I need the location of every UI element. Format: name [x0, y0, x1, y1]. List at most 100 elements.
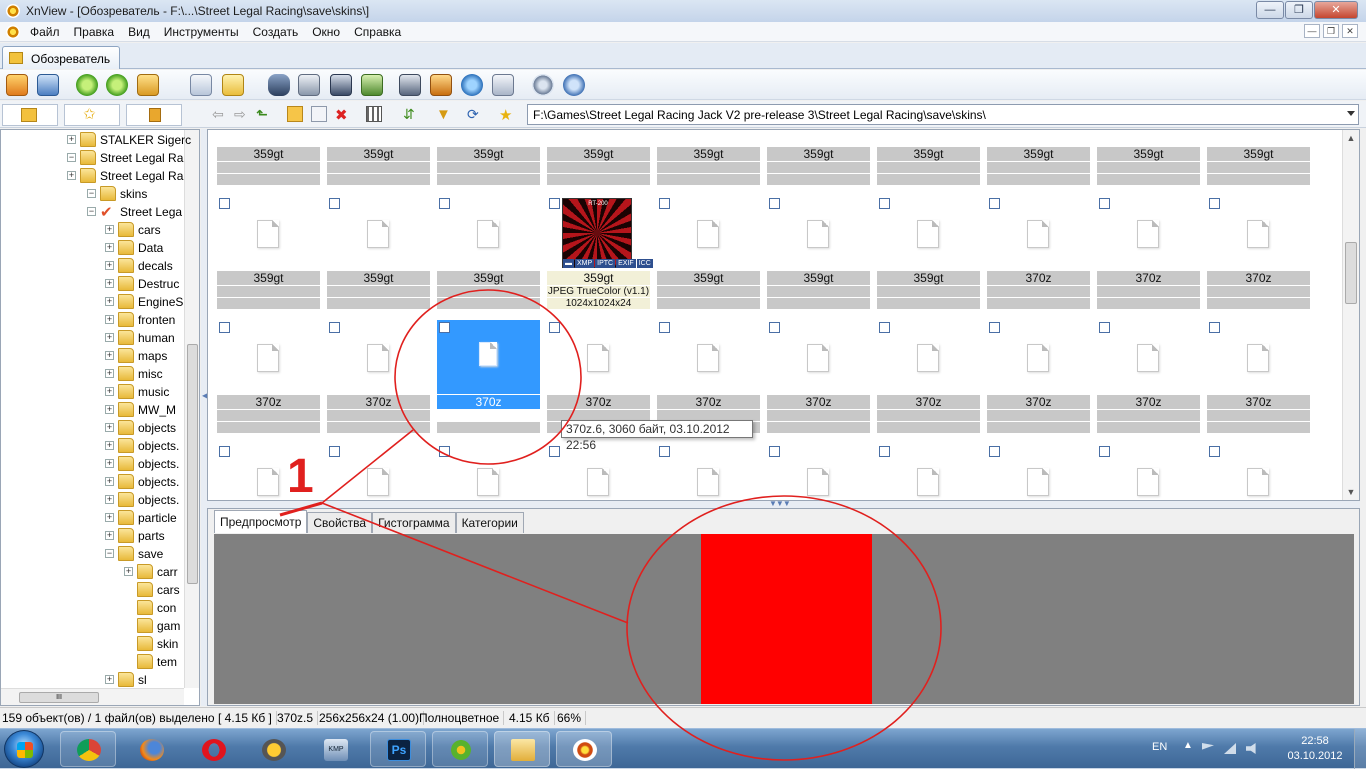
- contact-sheet-icon[interactable]: [492, 74, 514, 96]
- show-desktop-button[interactable]: [1354, 729, 1366, 769]
- thumbnail-image-area[interactable]: [437, 446, 540, 500]
- thumbnail-image-area[interactable]: [877, 198, 980, 272]
- tree-scroll-thumb[interactable]: [187, 344, 198, 584]
- thumbnail-image-area[interactable]: [657, 322, 760, 396]
- menu-create[interactable]: Создать: [253, 25, 299, 39]
- menu-file[interactable]: Файл: [30, 25, 60, 39]
- thumbnail-checkbox[interactable]: [1209, 322, 1220, 333]
- tree-horizontal-scrollbar[interactable]: III: [1, 688, 184, 705]
- thumbnail-checkbox[interactable]: [549, 446, 560, 457]
- browser-scroll-thumb[interactable]: [1345, 242, 1357, 304]
- scroll-up-icon[interactable]: ▲: [1343, 130, 1359, 146]
- expand-toggle-icon[interactable]: −: [87, 189, 96, 198]
- expand-toggle-icon[interactable]: +: [105, 477, 114, 486]
- tab-preview[interactable]: Предпросмотр: [214, 510, 308, 533]
- thumbnail-checkbox[interactable]: [1209, 198, 1220, 209]
- convert-icon[interactable]: [361, 74, 383, 96]
- thumbnail-checkbox[interactable]: [329, 322, 340, 333]
- collapse-down-arrow-icon[interactable]: ▼▼▼: [769, 499, 791, 508]
- taskbar-explorer[interactable]: [494, 731, 550, 767]
- volume-icon[interactable]: [1246, 743, 1256, 754]
- taskbar-photoshop[interactable]: Ps: [370, 731, 426, 767]
- thumbnail-checkbox[interactable]: [439, 446, 450, 457]
- taskbar-opera[interactable]: [185, 731, 241, 767]
- mdi-restore-button[interactable]: ❐: [1323, 24, 1339, 38]
- expand-toggle-icon[interactable]: +: [105, 459, 114, 468]
- thumbnail-checkbox[interactable]: [219, 446, 230, 457]
- action-center-flag-icon[interactable]: [1202, 743, 1214, 750]
- mdi-close-button[interactable]: ✕: [1342, 24, 1358, 38]
- tree-hscroll-thumb[interactable]: III: [19, 692, 99, 703]
- expand-toggle-icon[interactable]: +: [124, 567, 133, 576]
- back-arrow-icon[interactable]: ⇦: [212, 106, 228, 122]
- fullscreen-icon[interactable]: [37, 74, 59, 96]
- thumbnail-checkbox[interactable]: [439, 322, 450, 333]
- expand-toggle-icon[interactable]: +: [105, 675, 114, 684]
- thumbnail-image-area[interactable]: [327, 446, 430, 500]
- delete-icon[interactable]: ✖: [335, 106, 351, 124]
- taskbar-kmplayer[interactable]: KMP: [307, 731, 363, 767]
- expand-toggle-icon[interactable]: +: [105, 405, 114, 414]
- address-dropdown-icon[interactable]: [1347, 111, 1355, 116]
- thumbnail-image-area[interactable]: [767, 322, 870, 396]
- expand-toggle-icon[interactable]: +: [105, 351, 114, 360]
- minimize-button[interactable]: —: [1256, 1, 1284, 19]
- thumbnail-image-area[interactable]: [1207, 446, 1310, 500]
- binoculars-icon[interactable]: [268, 74, 290, 96]
- expand-toggle-icon[interactable]: +: [105, 261, 114, 270]
- expand-toggle-icon[interactable]: +: [105, 495, 114, 504]
- thumbnail-browser[interactable]: ▲ ▼ 359gt 359gt 359gt 359gt 359gt 359gt 359gt 3…: [207, 129, 1360, 501]
- thumbnail-image-area[interactable]: [1097, 198, 1200, 272]
- menu-tools[interactable]: Инструменты: [164, 25, 239, 39]
- thumbnail-checkbox[interactable]: [1099, 322, 1110, 333]
- tray-clock[interactable]: 22:58 03.10.2012: [1280, 734, 1350, 764]
- title-bar[interactable]: XnView - [Обозреватель - F:\...\Street L…: [0, 0, 1366, 22]
- sort-icon[interactable]: ⇵: [403, 106, 419, 122]
- thumbnail-checkbox[interactable]: [659, 446, 670, 457]
- thumbnail-image-area[interactable]: [1207, 322, 1310, 396]
- thumbnail-checkbox[interactable]: [659, 322, 670, 333]
- taskbar-icq[interactable]: [432, 731, 488, 767]
- capture-icon[interactable]: [399, 74, 421, 96]
- thumbnail-image-area[interactable]: RT-200 ▬ XMP IPTC EXIF ICC: [547, 198, 653, 272]
- thumbnail-image-area[interactable]: [767, 446, 870, 500]
- thumbnail-image-area[interactable]: [877, 446, 980, 500]
- xnview-app-icon[interactable]: [6, 4, 20, 18]
- thumbnail-image-area[interactable]: [547, 322, 650, 396]
- tray-expand-icon[interactable]: ▲: [1183, 740, 1193, 751]
- close-button[interactable]: ✕: [1314, 1, 1358, 19]
- thumbnail-checkbox[interactable]: [879, 446, 890, 457]
- thumbnail-image-area[interactable]: [437, 320, 540, 396]
- thumbnail-checkbox[interactable]: [219, 322, 230, 333]
- thumbnail-checkbox[interactable]: [989, 446, 1000, 457]
- menu-edit[interactable]: Правка: [74, 25, 115, 39]
- thumbnail-image-area[interactable]: [767, 198, 870, 272]
- thumbnail-checkbox[interactable]: [769, 322, 780, 333]
- taskbar-firefox[interactable]: [123, 731, 179, 767]
- thumbnail-checkbox[interactable]: [329, 198, 340, 209]
- thumbnail-checkbox[interactable]: [329, 446, 340, 457]
- expand-toggle-icon[interactable]: +: [105, 369, 114, 378]
- thumbnail-image-area[interactable]: [437, 198, 540, 272]
- refresh-icon[interactable]: ⟳: [467, 106, 483, 122]
- thumbnail-image-area[interactable]: [657, 446, 760, 500]
- browser-vertical-scrollbar[interactable]: ▲ ▼: [1342, 130, 1359, 500]
- favorites-star-icon[interactable]: ★: [499, 106, 515, 124]
- thumbnail-image-area[interactable]: [1207, 198, 1310, 272]
- scanner-icon[interactable]: [330, 74, 352, 96]
- expand-toggle-icon[interactable]: +: [105, 297, 114, 306]
- thumbnail-image-area[interactable]: [327, 322, 430, 396]
- rotate-right-icon[interactable]: [106, 74, 128, 96]
- thumbnail-image-area[interactable]: [987, 322, 1090, 396]
- settings-gear-icon[interactable]: [532, 74, 554, 96]
- view-mode-icon[interactable]: [366, 106, 382, 122]
- expand-toggle-icon[interactable]: −: [87, 207, 96, 216]
- thumbnail-checkbox[interactable]: [769, 446, 780, 457]
- expand-toggle-icon[interactable]: +: [105, 315, 114, 324]
- thumbnail-checkbox[interactable]: [769, 198, 780, 209]
- expand-toggle-icon[interactable]: +: [105, 387, 114, 396]
- expand-toggle-icon[interactable]: +: [105, 531, 114, 540]
- language-indicator[interactable]: EN: [1152, 741, 1167, 753]
- info-file-icon[interactable]: [190, 74, 212, 96]
- new-folder-icon[interactable]: [287, 106, 303, 122]
